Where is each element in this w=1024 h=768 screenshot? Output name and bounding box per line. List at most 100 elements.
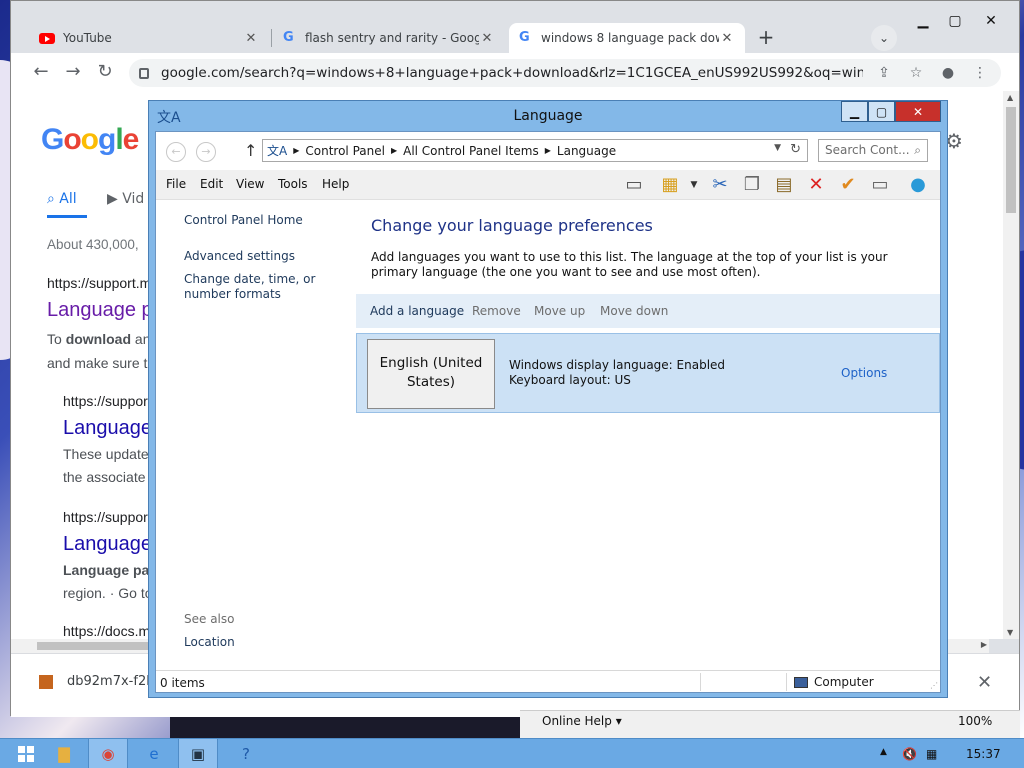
scroll-thumb[interactable] [1006,107,1016,213]
menu-view[interactable]: View [236,177,264,191]
result-snippet: To download and [47,331,158,347]
address-bar[interactable]: google.com/search?q=windows+8+language+p… [129,59,1001,87]
search-tab-videos[interactable]: ▶ Vid [107,191,144,207]
url-text: google.com/search?q=windows+8+language+p… [161,65,863,81]
menu-tools[interactable]: Tools [278,177,308,191]
tab-title: YouTube [63,31,112,45]
result-cite[interactable]: https://suppor [63,509,148,525]
location-link[interactable]: Location [184,635,235,650]
file-icon [39,674,53,689]
minimize-button[interactable]: ▁ [841,101,868,122]
tab-search-chevron-icon[interactable]: ⌄ [871,25,897,51]
control-panel-home-link[interactable]: Control Panel Home [184,213,303,228]
layout-pane-icon[interactable]: ▭ [622,173,646,197]
taskbar-clock[interactable]: 15:37 [966,747,1001,761]
close-tab-icon[interactable]: ✕ [479,31,495,46]
internet-explorer-icon[interactable]: e [134,739,174,768]
google-logo[interactable]: Google [41,123,139,157]
chevron-down-icon[interactable]: ▼ [682,173,706,197]
close-tab-icon[interactable]: ✕ [243,31,259,46]
result-cite[interactable]: https://support.m [47,275,151,291]
breadcrumb-control-panel[interactable]: Control Panel [305,144,385,158]
globe-icon[interactable]: ● [906,173,930,197]
file-explorer-icon[interactable]: ▇ [44,739,84,768]
new-tab-button[interactable]: + [753,25,779,51]
minimize-button[interactable]: ▁ [907,9,939,33]
menu-kebab-icon[interactable]: ⋮ [969,65,991,81]
back-icon[interactable]: ← [166,142,186,162]
tab-youtube[interactable]: YouTube ✕ [29,23,269,53]
scroll-down-icon[interactable]: ▼ [1007,628,1013,637]
result-cite[interactable]: https://docs.m [63,623,150,639]
control-panel-taskbar-icon[interactable]: ▣ [178,739,218,768]
breadcrumb-separator-icon[interactable]: ▶ [545,146,551,155]
properties-icon[interactable]: ▭ [868,173,892,197]
status-location: Computer [794,675,874,689]
network-icon[interactable]: ▦ [926,747,937,761]
cut-scissors-icon[interactable]: ✂ [708,173,732,197]
delete-x-icon[interactable]: ✕ [804,173,828,197]
result-title[interactable]: Language p [47,299,153,322]
zoom-level[interactable]: 100% [958,714,992,728]
breadcrumb-separator-icon[interactable]: ▶ [391,146,397,155]
scroll-thumb[interactable] [37,642,157,650]
maximize-button[interactable]: ▢ [939,9,971,33]
result-cite[interactable]: https://suppor [63,393,148,409]
paste-clipboard-icon[interactable]: ▤ [772,173,796,197]
page-description: Add languages you want to use to this li… [371,250,888,279]
language-name-tile[interactable]: English (United States) [367,339,495,409]
back-arrow-icon[interactable]: ← [29,60,53,84]
download-item[interactable]: db92m7x-f2b2 [39,674,163,689]
bookmark-star-icon[interactable]: ☆ [905,65,927,81]
tab-windows8-language[interactable]: G windows 8 language pack downl ✕ [509,23,745,53]
reload-icon[interactable]: ↻ [93,60,117,84]
result-title[interactable]: Language [63,417,152,440]
checkmark-icon[interactable]: ✔ [836,173,860,197]
options-link[interactable]: Options [841,366,887,380]
menu-help[interactable]: Help [322,177,349,191]
menu-file[interactable]: File [166,177,186,191]
help-icon[interactable]: ? [226,739,266,768]
refresh-icon[interactable]: ↻ [790,142,801,157]
close-button[interactable]: ✕ [895,101,941,122]
breadcrumb-separator-icon[interactable]: ▶ [293,146,299,155]
remove-button[interactable]: Remove [472,304,521,318]
tab-flash-sentry[interactable]: G flash sentry and rarity - Google S ✕ [273,23,505,53]
search-icon: ⌕ [914,143,921,157]
online-help-button[interactable]: Online Help ▾ [542,714,622,728]
folder-options-icon[interactable]: ▦ [658,173,682,197]
volume-muted-icon[interactable]: 🔇 [902,747,917,761]
chrome-taskbar-icon[interactable]: ◉ [88,739,128,768]
close-button[interactable]: ✕ [971,9,1011,33]
forward-icon[interactable]: → [196,142,216,162]
move-down-button[interactable]: Move down [600,304,668,318]
up-arrow-icon[interactable]: ↑ [244,141,257,160]
close-download-bar-icon[interactable]: ✕ [977,672,992,693]
share-icon[interactable]: ⇪ [873,65,895,81]
language-list-item[interactable]: English (United States) Windows display … [356,333,940,413]
result-title[interactable]: Language [63,533,152,556]
chevron-down-icon[interactable]: ▼ [774,143,781,153]
start-button[interactable] [6,739,46,768]
search-tab-all[interactable]: ⌕ All [47,191,77,207]
breadcrumb-language[interactable]: Language [557,144,616,158]
title-bar[interactable]: 文A Language ▁ ▢ ✕ [149,101,947,131]
vertical-scrollbar[interactable]: ▲ ▼ [1003,91,1019,639]
search-input[interactable]: Search Cont... ⌕ [818,139,928,162]
change-date-time-link[interactable]: Change date, time, or number formats [184,272,354,302]
close-tab-icon[interactable]: ✕ [719,31,735,46]
forward-arrow-icon[interactable]: → [61,60,85,84]
advanced-settings-link[interactable]: Advanced settings [184,249,295,264]
scroll-up-icon[interactable]: ▲ [1007,93,1013,102]
profile-avatar-icon[interactable]: ● [937,65,959,81]
maximize-button[interactable]: ▢ [868,101,895,122]
add-language-button[interactable]: Add a language [370,304,464,318]
menu-edit[interactable]: Edit [200,177,223,191]
address-breadcrumb-bar[interactable]: 文A ▶ Control Panel ▶ All Control Panel I… [262,139,808,162]
scroll-right-icon[interactable]: ▶ [981,640,987,649]
tray-expand-icon[interactable]: ▲ [880,747,887,757]
copy-icon[interactable]: ❐ [740,173,764,197]
move-up-button[interactable]: Move up [534,304,585,318]
breadcrumb-all-items[interactable]: All Control Panel Items [403,144,539,158]
resize-grip-icon[interactable]: ⋰ [930,681,938,690]
